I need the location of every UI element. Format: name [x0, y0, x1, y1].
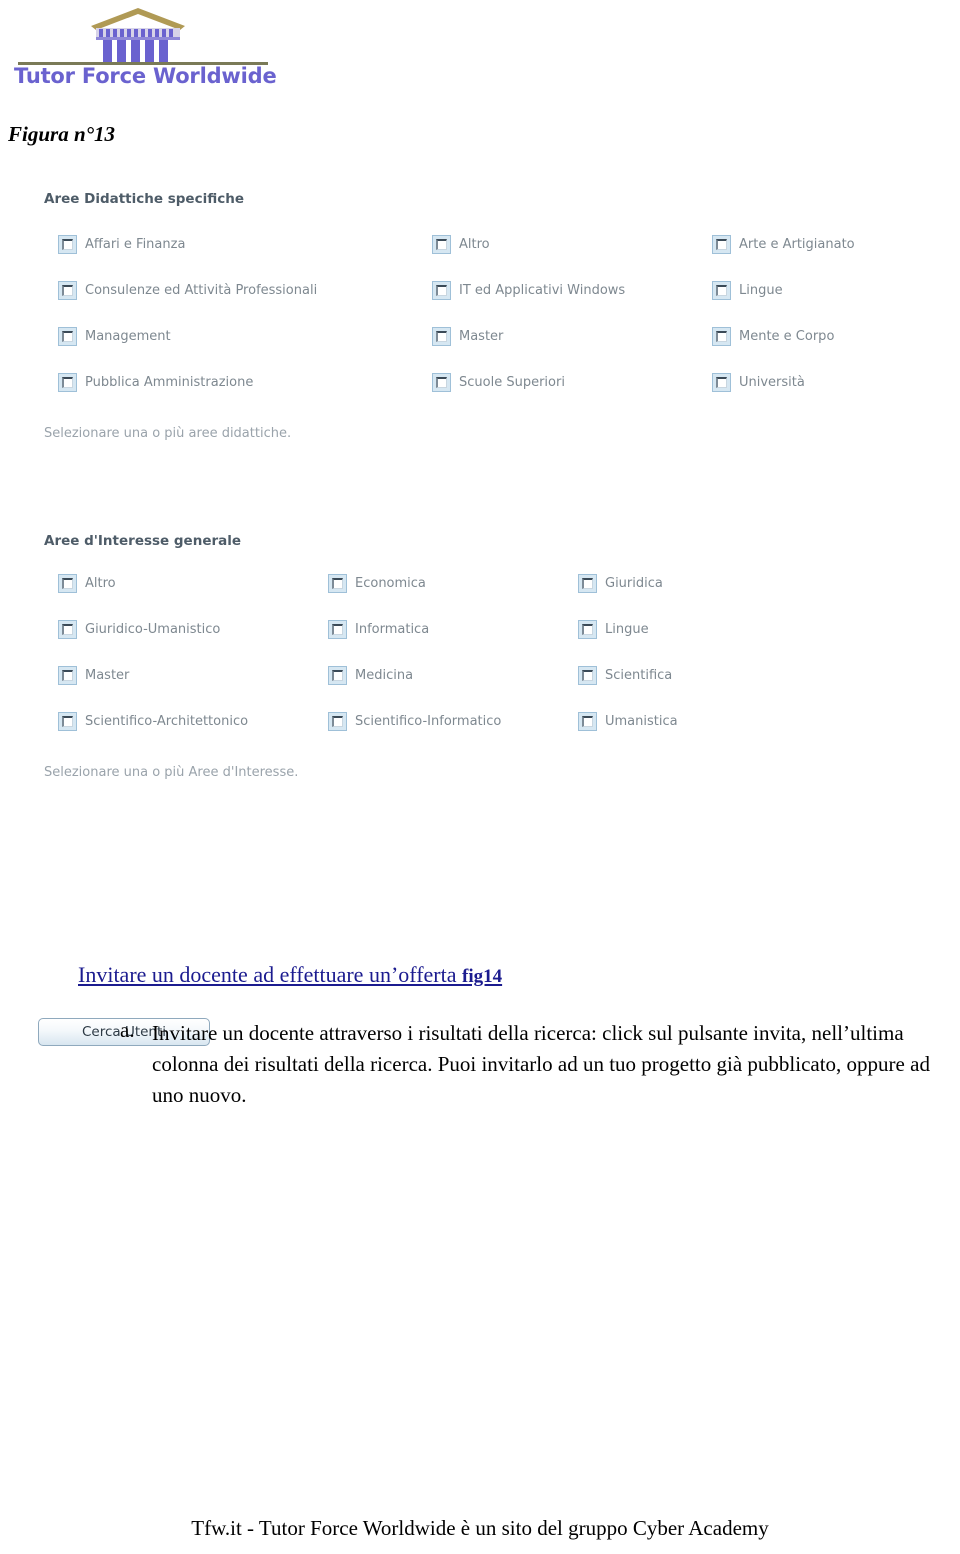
checkbox-row[interactable]: Pubblica Amministrazione — [58, 373, 253, 392]
checkbox-economica[interactable] — [328, 574, 347, 593]
checkbox-label: Consulenze ed Attività Professionali — [85, 283, 318, 298]
checkbox-master-interesse[interactable] — [58, 666, 77, 685]
checkbox-giuridico-umanistico[interactable] — [58, 620, 77, 639]
checkbox-label: IT ed Applicativi Windows — [459, 283, 626, 298]
checkbox-umanistica[interactable] — [578, 712, 597, 731]
checkbox-lingue-didattiche[interactable] — [712, 281, 731, 300]
embedded-form-screenshot: Aree Didattiche specifiche Affari e Fina… — [0, 165, 960, 1046]
section-heading-aree-didattiche: Aree Didattiche specifiche — [44, 191, 244, 207]
checkbox-row[interactable]: Informatica — [328, 620, 429, 639]
checkbox-it-ed-applicativi-windows[interactable] — [432, 281, 451, 300]
checkbox-universita[interactable] — [712, 373, 731, 392]
checkbox-row[interactable]: Umanistica — [578, 712, 678, 731]
list-item-marker: a. — [120, 1018, 135, 1042]
checkbox-lingue-interesse[interactable] — [578, 620, 597, 639]
list-item-paragraph: Invitare un docente attraverso i risulta… — [152, 1021, 930, 1107]
checkbox-label: Lingue — [605, 622, 649, 637]
checkbox-label: Umanistica — [605, 714, 678, 729]
checkbox-label: Altro — [85, 576, 116, 591]
checkbox-row[interactable]: Università — [712, 373, 805, 392]
checkbox-label: Lingue — [739, 283, 783, 298]
checkbox-label: Medicina — [355, 668, 414, 683]
checkbox-label: Affari e Finanza — [85, 237, 186, 252]
section-link-text: Invitare un docente ad effettuare un’off… — [78, 962, 462, 987]
checkbox-row[interactable]: Economica — [328, 574, 426, 593]
checkbox-consulenze-ed-attivita-professionali[interactable] — [58, 281, 77, 300]
checkbox-row[interactable]: Master — [58, 666, 129, 685]
checkbox-row[interactable]: Scientifico-Informatico — [328, 712, 501, 731]
checkbox-scuole-superiori[interactable] — [432, 373, 451, 392]
checkbox-row[interactable]: Giuridica — [578, 574, 663, 593]
checkbox-row[interactable]: Altro — [432, 235, 490, 254]
checkbox-arte-e-artigianato[interactable] — [712, 235, 731, 254]
hint-aree-interesse: Selezionare una o più Aree d'Interesse. — [44, 765, 299, 780]
checkbox-row[interactable]: Management — [58, 327, 171, 346]
checkbox-label: Giuridica — [605, 576, 663, 591]
checkbox-label: Giuridico-Umanistico — [85, 622, 221, 637]
checkbox-scientifico-architettonico[interactable] — [58, 712, 77, 731]
checkbox-row[interactable]: Affari e Finanza — [58, 235, 185, 254]
checkbox-affari-e-finanza[interactable] — [58, 235, 77, 254]
logo-wordmark: Tutor Force Worldwide — [14, 64, 277, 88]
checkbox-label: Scientifico-Informatico — [355, 714, 502, 729]
checkbox-row[interactable]: Altro — [58, 574, 116, 593]
checkbox-row[interactable]: Mente e Corpo — [712, 327, 834, 346]
section-heading-link[interactable]: Invitare un docente ad effettuare un’off… — [78, 962, 502, 988]
checkbox-row[interactable]: Scientifico-Architettonico — [58, 712, 248, 731]
checkbox-label: Università — [739, 375, 805, 390]
checkbox-row[interactable]: IT ed Applicativi Windows — [432, 281, 625, 300]
checkbox-scientifico-informatico[interactable] — [328, 712, 347, 731]
checkbox-label: Scientifica — [605, 668, 673, 683]
checkbox-row[interactable]: Arte e Artigianato — [712, 235, 855, 254]
checkbox-pubblica-amministrazione[interactable] — [58, 373, 77, 392]
checkbox-management[interactable] — [58, 327, 77, 346]
checkbox-altro-interesse[interactable] — [58, 574, 77, 593]
checkbox-label: Informatica — [355, 622, 430, 637]
checkbox-giuridica[interactable] — [578, 574, 597, 593]
site-logo: Tutor Force Worldwide — [8, 4, 277, 96]
checkbox-master-didattiche[interactable] — [432, 327, 451, 346]
checkbox-medicina[interactable] — [328, 666, 347, 685]
checkbox-row[interactable]: Giuridico-Umanistico — [58, 620, 220, 639]
checkbox-row[interactable]: Medicina — [328, 666, 413, 685]
figure-caption: Figura n°13 — [8, 122, 116, 146]
checkbox-altro-didattiche[interactable] — [432, 235, 451, 254]
checkbox-row[interactable]: Lingue — [578, 620, 649, 639]
checkbox-row[interactable]: Master — [432, 327, 503, 346]
checkbox-label: Master — [459, 329, 504, 344]
checkbox-label: Altro — [459, 237, 490, 252]
figure-reference: fig14 — [462, 966, 503, 987]
checkbox-scientifica[interactable] — [578, 666, 597, 685]
checkbox-label: Arte e Artigianato — [739, 237, 855, 252]
checkbox-row[interactable]: Consulenze ed Attività Professionali — [58, 281, 317, 300]
checkbox-informatica[interactable] — [328, 620, 347, 639]
checkbox-label: Pubblica Amministrazione — [85, 375, 254, 390]
checkbox-label: Economica — [355, 576, 426, 591]
checkbox-label: Mente e Corpo — [739, 329, 835, 344]
checkbox-label: Scuole Superiori — [459, 375, 565, 390]
checkbox-label: Scientifico-Architettonico — [85, 714, 249, 729]
checkbox-label: Master — [85, 668, 130, 683]
hint-aree-didattiche: Selezionare una o più aree didattiche. — [44, 426, 292, 441]
section-heading-aree-interesse: Aree d'Interesse generale — [44, 533, 242, 549]
checkbox-row[interactable]: Lingue — [712, 281, 783, 300]
greek-temple-icon — [88, 6, 188, 64]
checkbox-mente-e-corpo[interactable] — [712, 327, 731, 346]
page-footer: Tfw.it - Tutor Force Worldwide è un sito… — [191, 1516, 769, 1540]
checkbox-row[interactable]: Scuole Superiori — [432, 373, 565, 392]
checkbox-row[interactable]: Scientifica — [578, 666, 672, 685]
checkbox-label: Management — [85, 329, 171, 344]
